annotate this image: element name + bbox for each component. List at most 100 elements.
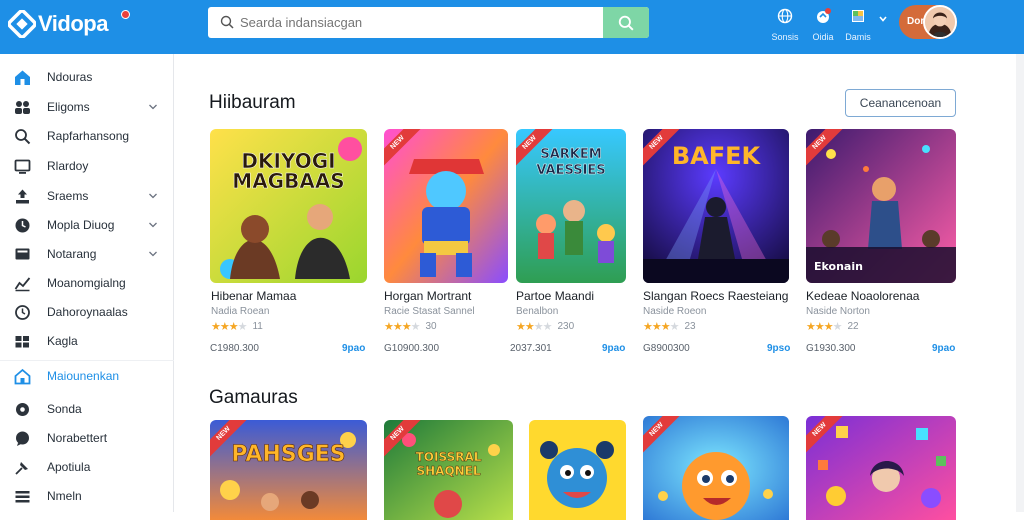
sidebar-item-rapfarhansong[interactable]: Rapfarhansong xyxy=(0,124,174,148)
sidebar-item-sraems[interactable]: Sraems xyxy=(0,184,174,208)
logo[interactable]: Vidopa xyxy=(7,8,130,40)
card-price[interactable]: 9pso xyxy=(767,343,790,354)
header-globe-button[interactable]: Sonsis xyxy=(768,8,802,42)
chevron-down-icon[interactable] xyxy=(878,14,888,24)
card-price[interactable]: 9pao xyxy=(342,343,365,354)
sidebar-item-dahoroynaalas[interactable]: Dahoroynaalas xyxy=(0,300,174,324)
star-rating-icon: ★★★★ xyxy=(211,321,247,333)
search-button[interactable] xyxy=(603,7,649,38)
card-rating: ★★★★ 22 xyxy=(806,320,859,333)
game-thumbnail[interactable]: PAHSGES NEW xyxy=(210,420,367,520)
card-title: Hibenar Mamaa xyxy=(211,289,297,303)
search-input[interactable] xyxy=(240,7,600,38)
store-icon xyxy=(852,10,864,22)
home-icon xyxy=(14,368,31,385)
sidebar-item-eligoms[interactable]: Eligoms xyxy=(0,95,174,119)
top-bar: Vidopa Sonsis Oidia Damis Doric xyxy=(0,0,1024,54)
sidebar-item-moanomgialng[interactable]: Moanomgialng xyxy=(0,271,174,295)
badge-ribbon: NEW xyxy=(643,129,683,169)
badge-ribbon: NEW xyxy=(806,416,846,456)
rating-count: 23 xyxy=(684,321,696,332)
card-title: Horgan Mortrant xyxy=(384,289,472,303)
rating-count: 230 xyxy=(557,321,575,332)
card-subtitle: Naside Roeon xyxy=(643,306,707,317)
card-meta: 2037.301 xyxy=(510,343,552,354)
avatar xyxy=(923,5,957,39)
search-bar xyxy=(208,7,649,38)
chevron-down-icon[interactable] xyxy=(148,103,158,111)
badge-ribbon: NEW xyxy=(643,416,683,456)
sidebar-item-sonda[interactable]: Sonda xyxy=(0,397,174,421)
game-thumbnail[interactable]: DKIYOGI MAGBAAS xyxy=(210,129,367,283)
grid-icon xyxy=(15,491,30,503)
logo-badge xyxy=(121,10,130,19)
star-rating-icon: ★★★★ xyxy=(643,321,679,333)
sidebar-item-kagla[interactable]: Kagla xyxy=(0,329,174,353)
card-rating: ★★★★ 11 xyxy=(211,320,263,333)
game-thumbnail[interactable]: NEW xyxy=(806,416,956,520)
sidebar-item-notarang[interactable]: Notarang xyxy=(0,242,174,266)
star-rating-icon: ★★★★ xyxy=(806,321,842,333)
sidebar: Ndouras Eligoms Rapfarhansong Rlardoy Sr… xyxy=(0,54,174,512)
game-thumbnail[interactable] xyxy=(529,420,626,520)
card-price[interactable]: 9pao xyxy=(602,343,625,354)
card-meta: G10900.300 xyxy=(384,343,440,354)
chevron-down-icon[interactable] xyxy=(148,192,158,200)
sidebar-item-label: Dahoroynaalas xyxy=(47,305,128,319)
badge-ribbon: NEW xyxy=(384,420,424,460)
card-price[interactable]: 9pao xyxy=(932,343,955,354)
logo-icon xyxy=(7,9,37,39)
game-thumbnail[interactable]: NEW xyxy=(643,416,789,520)
header-notification-label: Oidia xyxy=(812,32,834,42)
sidebar-item-nmeln[interactable]: Nmeln xyxy=(0,484,174,508)
section-title: Gamauras xyxy=(209,387,298,408)
pin-icon xyxy=(15,462,28,475)
sidebar-item-label: Apotiula xyxy=(47,460,91,474)
clock-icon xyxy=(15,218,30,233)
screen-icon xyxy=(14,159,31,174)
sidebar-item-mopla-diuog[interactable]: Mopla Diuog xyxy=(0,213,174,237)
badge-ribbon: NEW xyxy=(516,129,556,169)
people-icon xyxy=(15,101,30,114)
card-rating: ★★★★ 23 xyxy=(643,320,696,333)
sidebar-item-label: Ndouras xyxy=(47,70,93,84)
game-thumbnail[interactable]: SARKEM VAESSIES NEW xyxy=(516,129,626,283)
sidebar-item-rlardoy[interactable]: Rlardoy xyxy=(0,154,174,178)
section-title: Hiibauram xyxy=(209,92,296,113)
card-meta: G1930.300 xyxy=(806,343,856,354)
sidebar-item-label: Eligoms xyxy=(47,100,90,114)
sidebar-item-apotiula[interactable]: Apotiula xyxy=(0,455,174,479)
header-store-button[interactable]: Damis xyxy=(841,8,875,42)
thumbnail-title: DKIYOGI MAGBAAS xyxy=(232,149,345,193)
sidebar-item-ndouras[interactable]: Ndouras xyxy=(0,65,174,89)
sidebar-item-maiounenkan[interactable]: Maiounenkan xyxy=(0,364,174,388)
sidebar-divider xyxy=(0,360,174,361)
rating-count: 11 xyxy=(252,321,263,332)
sidebar-item-label: Rlardoy xyxy=(47,159,89,173)
gear-icon xyxy=(16,403,29,416)
header-notification-button[interactable]: Oidia xyxy=(806,8,840,42)
thumbnail-title: Ekonain xyxy=(814,260,863,273)
sidebar-item-norabettert[interactable]: Norabettert xyxy=(0,426,174,450)
chat-icon xyxy=(16,431,29,446)
screen-icon xyxy=(15,248,30,260)
notification-icon xyxy=(817,8,831,23)
chevron-down-icon[interactable] xyxy=(148,221,158,229)
view-all-button[interactable]: Ceanancenoan xyxy=(845,89,956,117)
sidebar-item-label: Mopla Diuog xyxy=(47,218,115,232)
game-thumbnail[interactable]: Ekonain NEW xyxy=(806,129,956,283)
badge-ribbon: NEW xyxy=(806,129,846,169)
chart-icon xyxy=(14,277,31,292)
profile-button[interactable]: Doric xyxy=(899,5,957,39)
scrollbar[interactable] xyxy=(1016,54,1024,512)
game-thumbnail[interactable]: NEW xyxy=(384,129,508,283)
sidebar-item-label: Kagla xyxy=(47,334,78,348)
globe-icon xyxy=(777,8,793,24)
card-meta: G8900300 xyxy=(643,343,690,354)
game-thumbnail[interactable]: BAFEK NEW xyxy=(643,129,789,283)
card-title: Kedeae Noaolorenaa xyxy=(806,289,920,303)
cart-icon xyxy=(15,336,29,348)
game-thumbnail[interactable]: TOISSRAL SHAQNEL NEW xyxy=(384,420,513,520)
search-icon xyxy=(220,15,234,29)
chevron-down-icon[interactable] xyxy=(148,250,158,258)
